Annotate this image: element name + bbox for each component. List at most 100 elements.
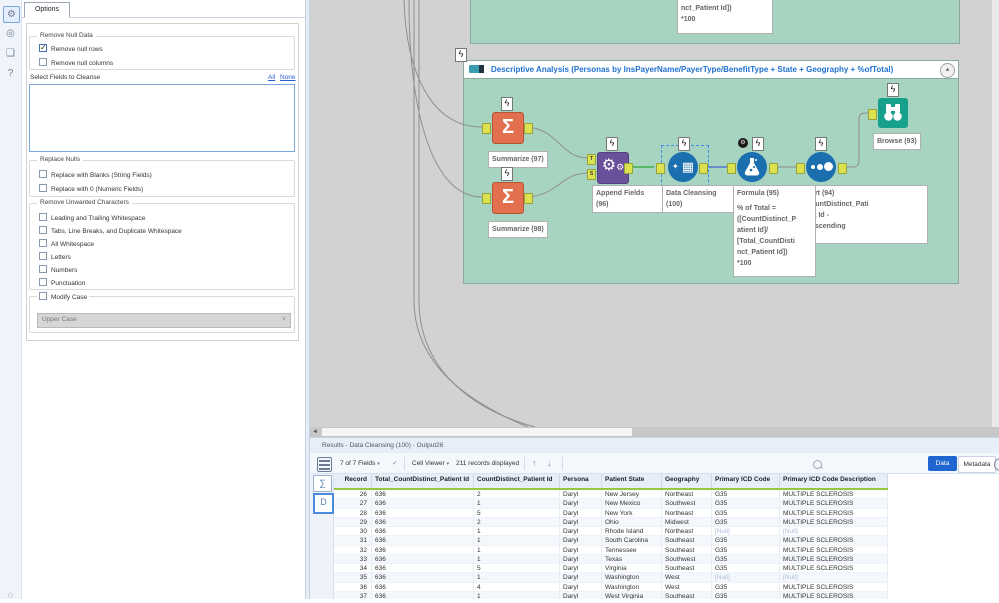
checkbox-remove-null-columns[interactable]: Remove null columns xyxy=(39,58,113,67)
checkbox-all-whitespace[interactable]: All Whitespace xyxy=(39,239,94,248)
data-button[interactable]: Data xyxy=(928,456,957,471)
output-anchor[interactable] xyxy=(624,163,633,174)
browse-93-tool[interactable] xyxy=(878,98,908,128)
sort-94-tool[interactable] xyxy=(806,152,836,182)
checkbox-icon[interactable] xyxy=(39,43,47,52)
checkbox-numbers[interactable]: Numbers xyxy=(39,265,77,274)
table-cell: 636 xyxy=(372,591,474,599)
column-header[interactable]: Record xyxy=(334,474,372,488)
checkbox-label: Punctuation xyxy=(51,280,86,287)
checkbox-label: Leading and Trailing Whitespace xyxy=(51,215,146,222)
workflow-canvas[interactable]: nct_Patient Id]) *100 ϟ Descriptive Anal… xyxy=(310,0,999,427)
table-cell: 37 xyxy=(334,591,372,599)
checkbox-icon[interactable] xyxy=(39,239,47,247)
checkbox-letters[interactable]: Letters xyxy=(39,252,71,261)
case-select[interactable]: Upper Case ˅ xyxy=(37,313,291,328)
column-header[interactable]: Primary ICD Code xyxy=(712,474,780,488)
scrollbar-thumb[interactable] xyxy=(322,428,632,436)
column-header[interactable]: Persona xyxy=(560,474,602,488)
checkbox-replace-zero[interactable]: Replace with 0 (Numeric Fields) xyxy=(39,184,143,193)
table-cell: West xyxy=(662,582,712,592)
output-anchor[interactable] xyxy=(524,123,533,134)
input-anchor-s[interactable]: S xyxy=(587,169,596,180)
data-cleansing-100-tool[interactable]: ▦ ✦ xyxy=(668,152,698,182)
table-row: 35 636 1 Daryl Washington West [Null] [Null] xyxy=(334,573,888,583)
checkbox-punctuation[interactable]: Punctuation xyxy=(39,278,85,287)
checkbox-icon[interactable] xyxy=(39,292,47,300)
summarize-97-tool[interactable]: Σ xyxy=(492,112,524,144)
checkbox-icon[interactable] xyxy=(39,278,47,286)
checkbox-icon[interactable] xyxy=(39,252,47,260)
gear-icon[interactable]: ⚙ xyxy=(3,6,20,23)
column-header[interactable]: CountDistinct_Patient Id xyxy=(474,474,560,488)
lightning-icon: ϟ xyxy=(501,97,513,111)
field-list-box[interactable] xyxy=(29,84,295,152)
input-anchor[interactable] xyxy=(727,163,736,174)
checkbox-modify-case[interactable]: Modify Case xyxy=(37,292,90,301)
canvas-horizontal-scrollbar[interactable]: ◄ xyxy=(310,427,999,437)
checkbox-label: Tabs, Line Breaks, and Duplicate Whitesp… xyxy=(51,228,182,235)
input-anchor[interactable] xyxy=(868,109,877,120)
lightning-icon: ϟ xyxy=(752,137,764,151)
select-all-link[interactable]: All xyxy=(268,74,275,81)
input-anchor[interactable] xyxy=(796,163,805,174)
table-cell: [Null] xyxy=(780,573,888,583)
column-header[interactable]: Primary ICD Code Description xyxy=(780,474,888,488)
input-anchor[interactable] xyxy=(656,163,665,174)
summarize-98-tool[interactable]: Σ xyxy=(492,182,524,214)
binoculars-icon xyxy=(884,104,902,121)
output-anchor[interactable] xyxy=(769,163,778,174)
select-table-icon[interactable]: ∑ xyxy=(313,475,332,492)
column-header[interactable]: Total_CountDistinct_Patient Id xyxy=(372,474,474,488)
tag-icon[interactable]: ❏ xyxy=(3,46,18,61)
table-options-icon[interactable] xyxy=(317,457,332,472)
output-anchor[interactable] xyxy=(699,163,708,174)
table-cell: 636 xyxy=(372,527,474,537)
lightning-icon: ϟ xyxy=(815,137,827,151)
checkbox-icon[interactable] xyxy=(39,226,47,234)
data-holder-icon[interactable]: D xyxy=(313,493,334,514)
help-icon[interactable]: ? xyxy=(3,66,18,81)
select-none-link[interactable]: None xyxy=(280,74,296,81)
output-anchor[interactable] xyxy=(838,163,847,174)
column-header[interactable]: Geography xyxy=(662,474,712,488)
table-cell: G35 xyxy=(712,499,780,509)
checkbox-leading-trailing[interactable]: Leading and Trailing Whitespace xyxy=(39,213,145,222)
table-cell: 636 xyxy=(372,536,474,546)
checkbox-icon[interactable] xyxy=(39,58,47,66)
sparkle-icon: ✦ xyxy=(672,162,679,171)
table-cell: Daryl xyxy=(560,573,602,583)
scroll-up-icon[interactable]: ↑ xyxy=(532,453,537,474)
table-cell: 33 xyxy=(334,554,372,564)
fields-dropdown[interactable]: 7 of 7 Fields ▾ xyxy=(340,453,380,475)
toolbar-separator xyxy=(524,457,525,470)
tab-options[interactable]: Options xyxy=(24,2,70,18)
checkbox-icon[interactable] xyxy=(39,213,47,221)
checkbox-icon[interactable] xyxy=(39,184,47,192)
metadata-button[interactable]: Metadata xyxy=(958,456,996,473)
checkbox-icon[interactable] xyxy=(39,265,47,273)
apply-icon[interactable]: ✓ xyxy=(392,453,397,474)
checkbox-label: Replace with Blanks (String Fields) xyxy=(51,172,152,179)
checkbox-tabs-linebreaks[interactable]: Tabs, Line Breaks, and Duplicate Whitesp… xyxy=(39,226,182,235)
scroll-down-icon[interactable]: ↓ xyxy=(547,453,552,474)
refresh-icon[interactable]: ◌ xyxy=(3,588,18,603)
table-row: 27 636 1 Daryl New Mexico Southwest G35 MULTIPL… xyxy=(334,499,888,509)
column-header[interactable]: Patient State xyxy=(602,474,662,488)
dot-small xyxy=(811,165,815,169)
output-anchor[interactable] xyxy=(524,193,533,204)
checkbox-remove-null-rows[interactable]: Remove null rows xyxy=(39,43,103,53)
cell-viewer-dropdown[interactable]: Cell Viewer ▾ xyxy=(412,453,449,475)
input-anchor-t[interactable]: T xyxy=(587,154,596,165)
table-cell: G35 xyxy=(712,582,780,592)
sigma-icon: Σ xyxy=(501,186,514,208)
table-cell: 26 xyxy=(334,490,372,500)
checkbox-icon[interactable] xyxy=(39,170,47,178)
scroll-left-arrow[interactable]: ◄ xyxy=(310,427,320,437)
formula-95-tool[interactable] xyxy=(737,152,767,182)
input-anchor[interactable] xyxy=(482,193,491,204)
search-input[interactable] xyxy=(808,456,928,471)
canvas-icon[interactable]: ◎ xyxy=(3,26,18,41)
input-anchor[interactable] xyxy=(482,123,491,134)
checkbox-replace-blanks[interactable]: Replace with Blanks (String Fields) xyxy=(39,170,152,179)
